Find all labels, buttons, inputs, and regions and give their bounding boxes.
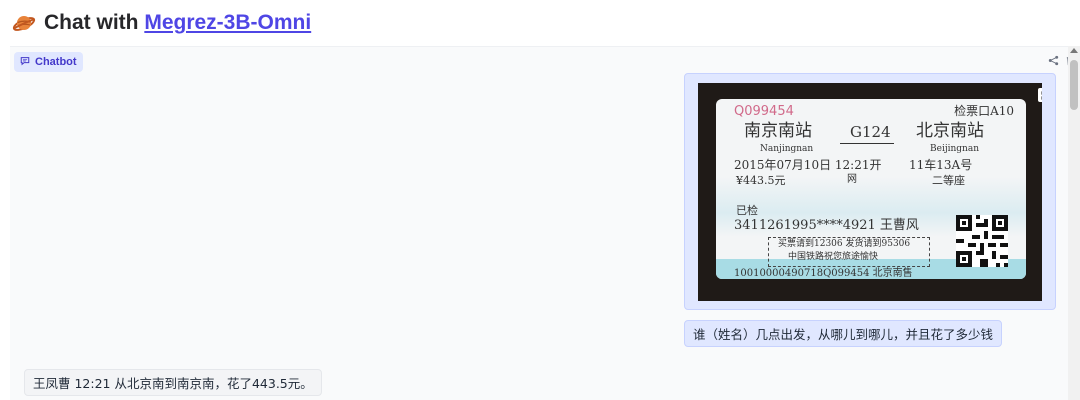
ticket-class: 二等座 <box>932 174 965 187</box>
ticket-train-number: G124 <box>850 123 891 141</box>
ticket-gate: 检票口A10 <box>954 104 1014 118</box>
chat-bubble-icon <box>20 56 30 69</box>
page-header: Chat with Megrez-3B-Omni <box>12 8 311 38</box>
scroll-thumb[interactable] <box>1070 60 1078 110</box>
expand-icon[interactable] <box>1038 88 1042 102</box>
chatbot-badge-label: Chatbot <box>35 56 77 68</box>
user-image-message: Q099454 检票口A10 南京南站 Nanjingnan G124 北京南站… <box>684 73 1056 310</box>
ticket-seat: 11车13A号 <box>909 158 973 172</box>
ticket-id-name: 3411261995****4921 王曹风 <box>734 218 919 233</box>
bot-text-message: 王凤曹 12:21 从北京南到南京南，花了443.5元。 <box>24 369 322 396</box>
ticket-arrow <box>840 143 894 144</box>
title-prefix: Chat with <box>44 11 145 34</box>
ticket-price: ¥443.5元 <box>736 174 786 187</box>
ticket-to-station: 北京南站 <box>916 121 984 141</box>
user-message-text: 谁（姓名）几点出发，从哪儿到哪儿，并且花了多少钱 <box>693 327 994 342</box>
ticket-serial: Q099454 <box>734 104 794 119</box>
bot-message-text: 王凤曹 12:21 从北京南到南京南，花了443.5元。 <box>33 376 313 391</box>
train-ticket: Q099454 检票口A10 南京南站 Nanjingnan G124 北京南站… <box>716 99 1026 279</box>
page-title: Chat with Megrez-3B-Omni <box>44 11 311 35</box>
share-icon[interactable] <box>1046 53 1060 67</box>
scrollbar[interactable] <box>1068 46 1080 400</box>
ticket-image[interactable]: Q099454 检票口A10 南京南站 Nanjingnan G124 北京南站… <box>698 83 1042 301</box>
ringed-planet-icon <box>12 11 36 35</box>
chatbot-badge: Chatbot <box>14 52 83 72</box>
ticket-notice-line1: 买票请到12306 发货请到95306 <box>778 239 911 249</box>
ticket-from-pinyin: Nanjingnan <box>760 144 814 154</box>
ticket-from-station: 南京南站 <box>744 121 812 141</box>
model-link[interactable]: Megrez-3B-Omni <box>144 11 311 34</box>
ticket-net: 网 <box>847 174 857 185</box>
ticket-checked: 已检 <box>736 204 758 217</box>
ticket-notice-line2: 中国铁路祝您旅途愉快 <box>788 252 879 262</box>
user-text-message: 谁（姓名）几点出发，从哪儿到哪儿，并且花了多少钱 <box>684 320 1003 347</box>
ticket-date-time: 2015年07月10日 12:21开 <box>734 158 882 172</box>
qr-code <box>956 215 1008 267</box>
scroll-up-arrow-icon[interactable] <box>1070 48 1078 53</box>
ticket-bottom-code: 10010000490718Q099454 北京南售 <box>734 268 913 279</box>
ticket-to-pinyin: Beijingnan <box>930 144 980 154</box>
chatbot-panel: Chatbot Q099454 检票口A10 南京南站 Nanjingnan G… <box>10 46 1080 400</box>
